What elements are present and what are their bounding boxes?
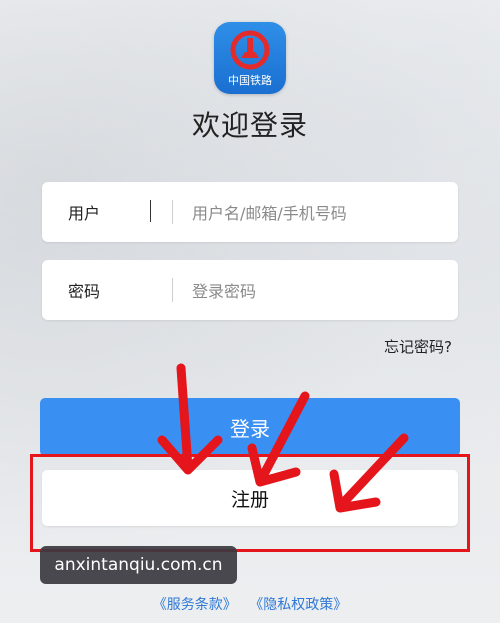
password-label: 密码	[68, 282, 101, 301]
footer-links: 《服务条款》 《隐私权政策》	[0, 594, 500, 614]
divider	[172, 200, 173, 224]
railway-logo-icon	[230, 30, 270, 70]
username-input[interactable]	[190, 182, 444, 244]
privacy-link[interactable]: 《隐私权政策》	[249, 597, 347, 613]
terms-link[interactable]: 《服务条款》	[153, 597, 237, 613]
page-title: 欢迎登录	[191, 109, 308, 142]
forgot-password-link[interactable]: 忘记密码?	[384, 336, 452, 357]
username-field[interactable]: 用户	[42, 182, 458, 244]
login-button[interactable]: 登录	[40, 398, 460, 456]
app-logo: 中国铁路	[214, 22, 286, 94]
divider	[172, 278, 173, 302]
password-input[interactable]	[190, 260, 444, 322]
watermark-badge: anxintanqiu.com.cn	[40, 546, 237, 584]
logo-text: 中国铁路	[228, 74, 272, 87]
password-field[interactable]: 密码	[42, 260, 458, 322]
register-button[interactable]: 注册	[42, 470, 458, 526]
username-label: 用户	[68, 204, 101, 223]
text-caret	[150, 200, 151, 222]
